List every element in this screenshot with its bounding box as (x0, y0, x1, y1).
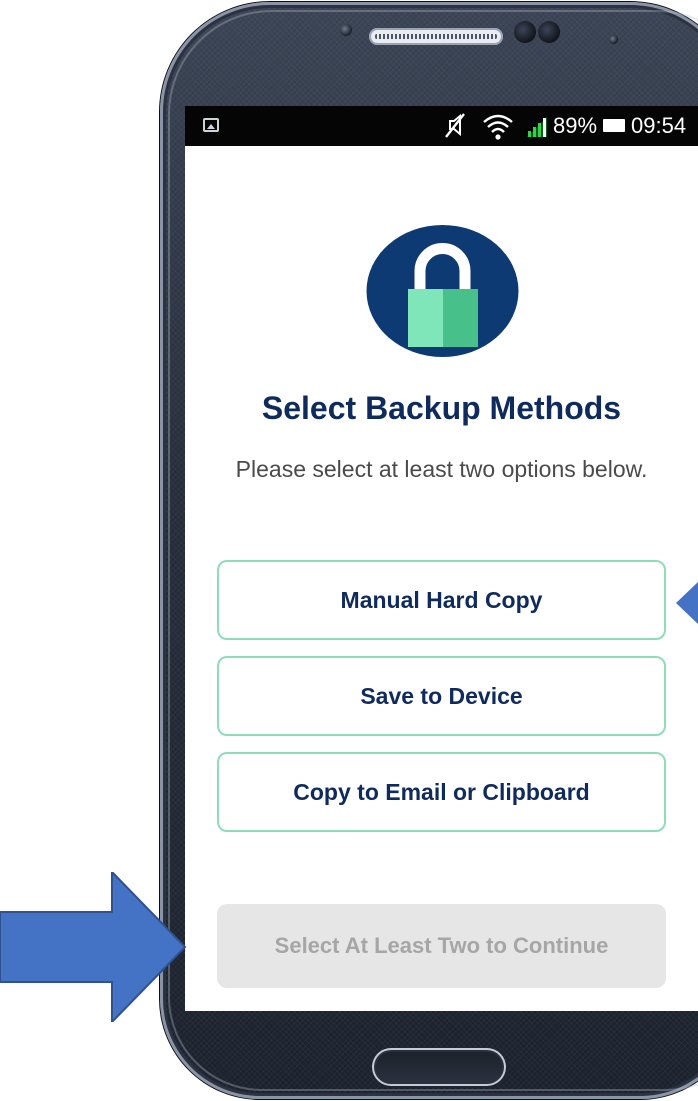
mute-icon (442, 110, 468, 148)
annotation-arrow-right-icon (0, 869, 187, 1025)
wifi-icon (481, 112, 515, 142)
page-title: Select Backup Methods (261, 390, 622, 426)
stage: 89% 09:54 Select Backup Methods Please s… (0, 0, 698, 1101)
front-camera (609, 35, 618, 44)
gallery-icon (203, 118, 219, 132)
copy-to-email-or-clipboard-button[interactable]: Copy to Email or Clipboard (217, 752, 666, 832)
earpiece-speaker (369, 28, 503, 45)
proximity-sensor (340, 24, 352, 36)
page-subtitle: Please select at least two options below… (235, 456, 648, 482)
home-button[interactable] (372, 1048, 506, 1086)
phone-screen: 89% 09:54 Select Backup Methods Please s… (185, 106, 698, 1011)
front-sensor (514, 21, 536, 43)
battery-percent: 89% (553, 113, 598, 138)
manual-hard-copy-button[interactable]: Manual Hard Copy (217, 560, 666, 640)
save-to-device-button[interactable]: Save to Device (217, 656, 666, 736)
annotation-arrow-left-icon (676, 582, 698, 624)
lock-icon (366, 225, 519, 357)
status-bar: 89% 09:54 (185, 106, 698, 146)
continue-button: Select At Least Two to Continue (217, 904, 666, 988)
battery-icon (603, 119, 625, 132)
front-sensor-2 (538, 21, 560, 43)
clock-time: 09:54 (631, 113, 687, 138)
signal-icon (525, 116, 549, 138)
